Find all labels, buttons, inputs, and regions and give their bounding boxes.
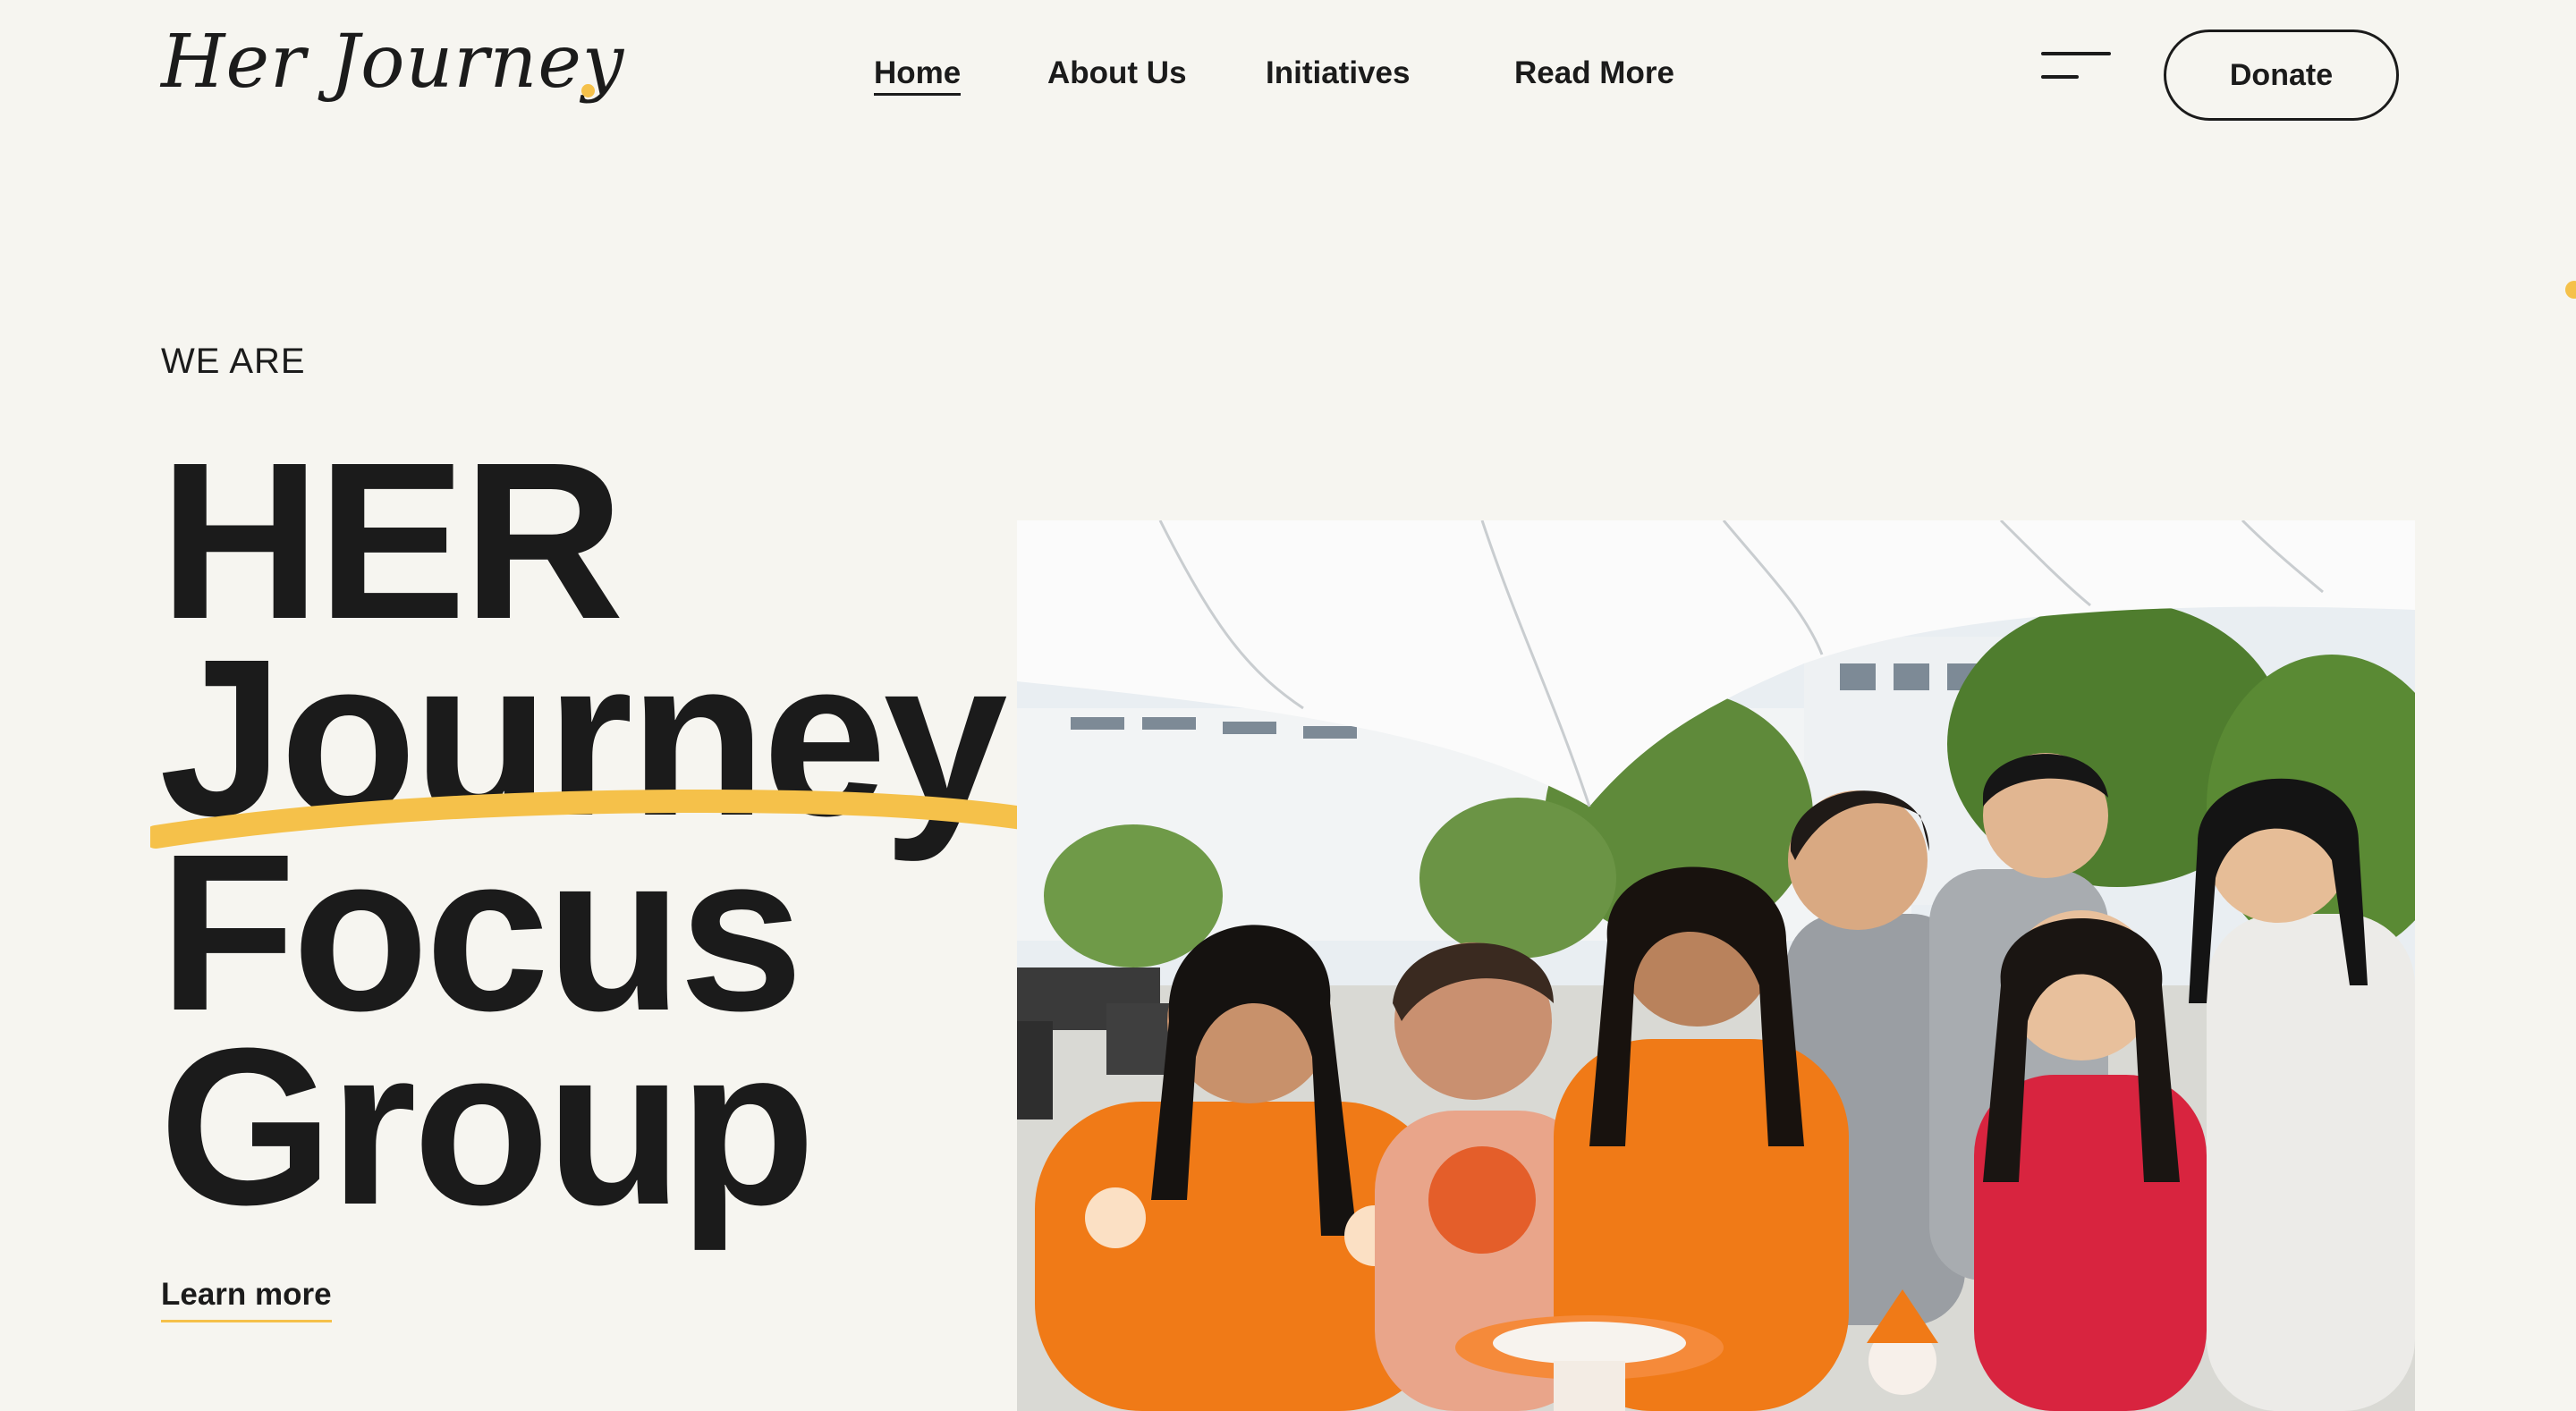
logo-dot <box>581 84 595 97</box>
hamburger-menu-icon[interactable] <box>2041 52 2111 84</box>
nav-home[interactable]: Home <box>874 55 962 96</box>
learn-more-link[interactable]: Learn more <box>161 1277 332 1322</box>
nav-read-more[interactable]: Read More <box>1514 55 1674 91</box>
logo[interactable]: Her Journey <box>161 20 624 105</box>
decorative-dot <box>2565 281 2576 299</box>
donate-button[interactable]: Donate <box>2164 30 2399 121</box>
page: Her Journey Home About Us Initiatives Re… <box>0 0 2576 1411</box>
hero-group-photo <box>1017 520 2415 1411</box>
menu-line-top <box>2041 52 2111 55</box>
group-photo-illustration <box>1017 520 2415 1411</box>
hero-eyebrow: WE ARE <box>161 342 306 381</box>
menu-line-bottom <box>2041 75 2079 79</box>
nav-initiatives[interactable]: Initiatives <box>1266 55 1410 91</box>
nav-about-us[interactable]: About Us <box>1047 55 1187 91</box>
hero-title-line-4: Group <box>159 1001 816 1251</box>
